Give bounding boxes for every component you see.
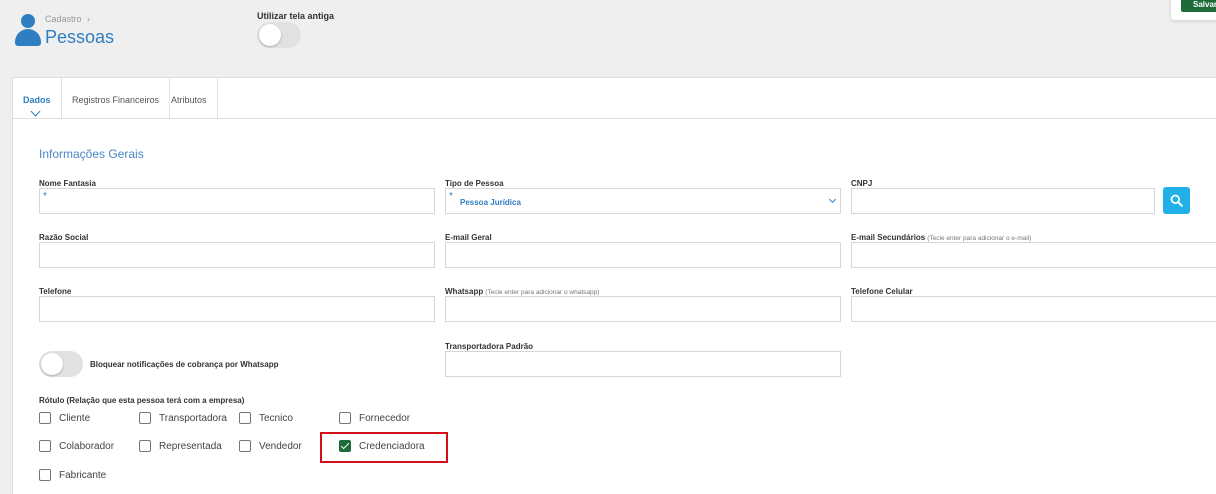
rotulo-label: Rótulo (Relação que esta pessoa terá com… [39, 396, 245, 405]
tab-label: Atributos [171, 95, 207, 105]
form-card: Dados Registros Financeiros Atributos [12, 77, 1216, 494]
breadcrumb[interactable]: Cadastro › [45, 14, 90, 24]
whatsapp-label: Whatsapp (Tecle enter para adicionar o wh… [445, 287, 599, 296]
telefone-celular-input[interactable] [851, 296, 1216, 322]
save-button[interactable]: Salvar [1181, 0, 1216, 12]
email-secundarios-input[interactable] [851, 242, 1216, 268]
email-secundarios-label: E-mail Secundários (Tecle enter para adic… [851, 233, 1031, 242]
old-screen-label: Utilizar tela antiga [257, 11, 335, 21]
email-geral-input[interactable] [445, 242, 841, 268]
whatsapp-block-label: Bloquear notificações de cobrança por Wh… [90, 360, 279, 369]
checkbox-label[interactable]: Fornecedor [359, 413, 410, 424]
chevron-down-icon [828, 195, 837, 204]
whatsapp-hint: (Tecle enter para adicionar o whatsapp) [485, 289, 600, 296]
tab-registros-financeiros[interactable]: Registros Financeiros [61, 78, 171, 119]
checkbox-label[interactable]: Colaborador [59, 441, 114, 452]
checkbox-vendedor[interactable] [239, 440, 251, 452]
cnpj-search-button[interactable] [1163, 187, 1190, 214]
checkbox-label[interactable]: Transportadora [159, 413, 227, 424]
tipo-pessoa-label: Tipo de Pessoa [445, 179, 504, 188]
transportadora-padrao-label: Transportadora Padrão [445, 342, 534, 351]
required-mark: * [449, 191, 453, 202]
cnpj-input[interactable] [851, 188, 1155, 214]
avatar [15, 14, 41, 46]
whatsapp-label-text: Whatsapp [445, 287, 484, 296]
checkbox-colaborador[interactable] [39, 440, 51, 452]
checkbox-label[interactable]: Vendedor [259, 441, 302, 452]
nome-fantasia-label: Nome Fantasia [39, 179, 96, 188]
tab-bar: Dados Registros Financeiros Atributos [13, 78, 1216, 119]
whatsapp-block-toggle[interactable] [39, 351, 83, 377]
checkbox-label[interactable]: Fabricante [59, 470, 106, 481]
required-mark: * [43, 191, 47, 202]
tab-atributos[interactable]: Atributos [161, 78, 218, 119]
transportadora-padrao-input[interactable] [445, 351, 841, 377]
telefone-input[interactable] [39, 296, 435, 322]
email-secundarios-hint: (Tecle enter para adicionar o e-mail) [927, 235, 1032, 242]
tipo-pessoa-select[interactable]: * Pessoa Jurídica [445, 188, 841, 214]
whatsapp-input[interactable] [445, 296, 841, 322]
checkbox-transportadora[interactable] [139, 412, 151, 424]
email-secundarios-label-text: E-mail Secundários [851, 233, 926, 242]
nome-fantasia-input[interactable]: * [39, 188, 435, 214]
checkbox-cliente[interactable] [39, 412, 51, 424]
avatar-head [21, 14, 35, 28]
breadcrumb-separator-icon: › [87, 14, 91, 24]
tipo-pessoa-value: Pessoa Jurídica [460, 198, 521, 207]
toggle-knob [259, 24, 281, 46]
tab-label: Registros Financeiros [72, 95, 160, 105]
search-icon [1170, 194, 1183, 207]
old-screen-toggle[interactable] [257, 22, 301, 48]
page-title: Pessoas [45, 27, 115, 47]
section-title: Informações Gerais [39, 147, 144, 161]
checkbox-tecnico[interactable] [239, 412, 251, 424]
checkbox-label[interactable]: Representada [159, 441, 222, 452]
highlight-box [320, 432, 448, 463]
checkbox-representada[interactable] [139, 440, 151, 452]
breadcrumb-item[interactable]: Cadastro [45, 14, 82, 24]
telefone-label: Telefone [39, 287, 72, 296]
avatar-body [15, 29, 41, 46]
checkbox-label[interactable]: Cliente [59, 413, 90, 424]
cnpj-label: CNPJ [851, 179, 873, 188]
tab-label: Dados [23, 95, 51, 105]
razao-social-input[interactable] [39, 242, 435, 268]
telefone-celular-label: Telefone Celular [851, 287, 913, 296]
email-geral-label: E-mail Geral [445, 233, 492, 242]
razao-social-label: Razão Social [39, 233, 89, 242]
toggle-knob [41, 353, 63, 375]
checkbox-fornecedor[interactable] [339, 412, 351, 424]
checkbox-fabricante[interactable] [39, 469, 51, 481]
checkbox-label[interactable]: Tecnico [259, 413, 293, 424]
